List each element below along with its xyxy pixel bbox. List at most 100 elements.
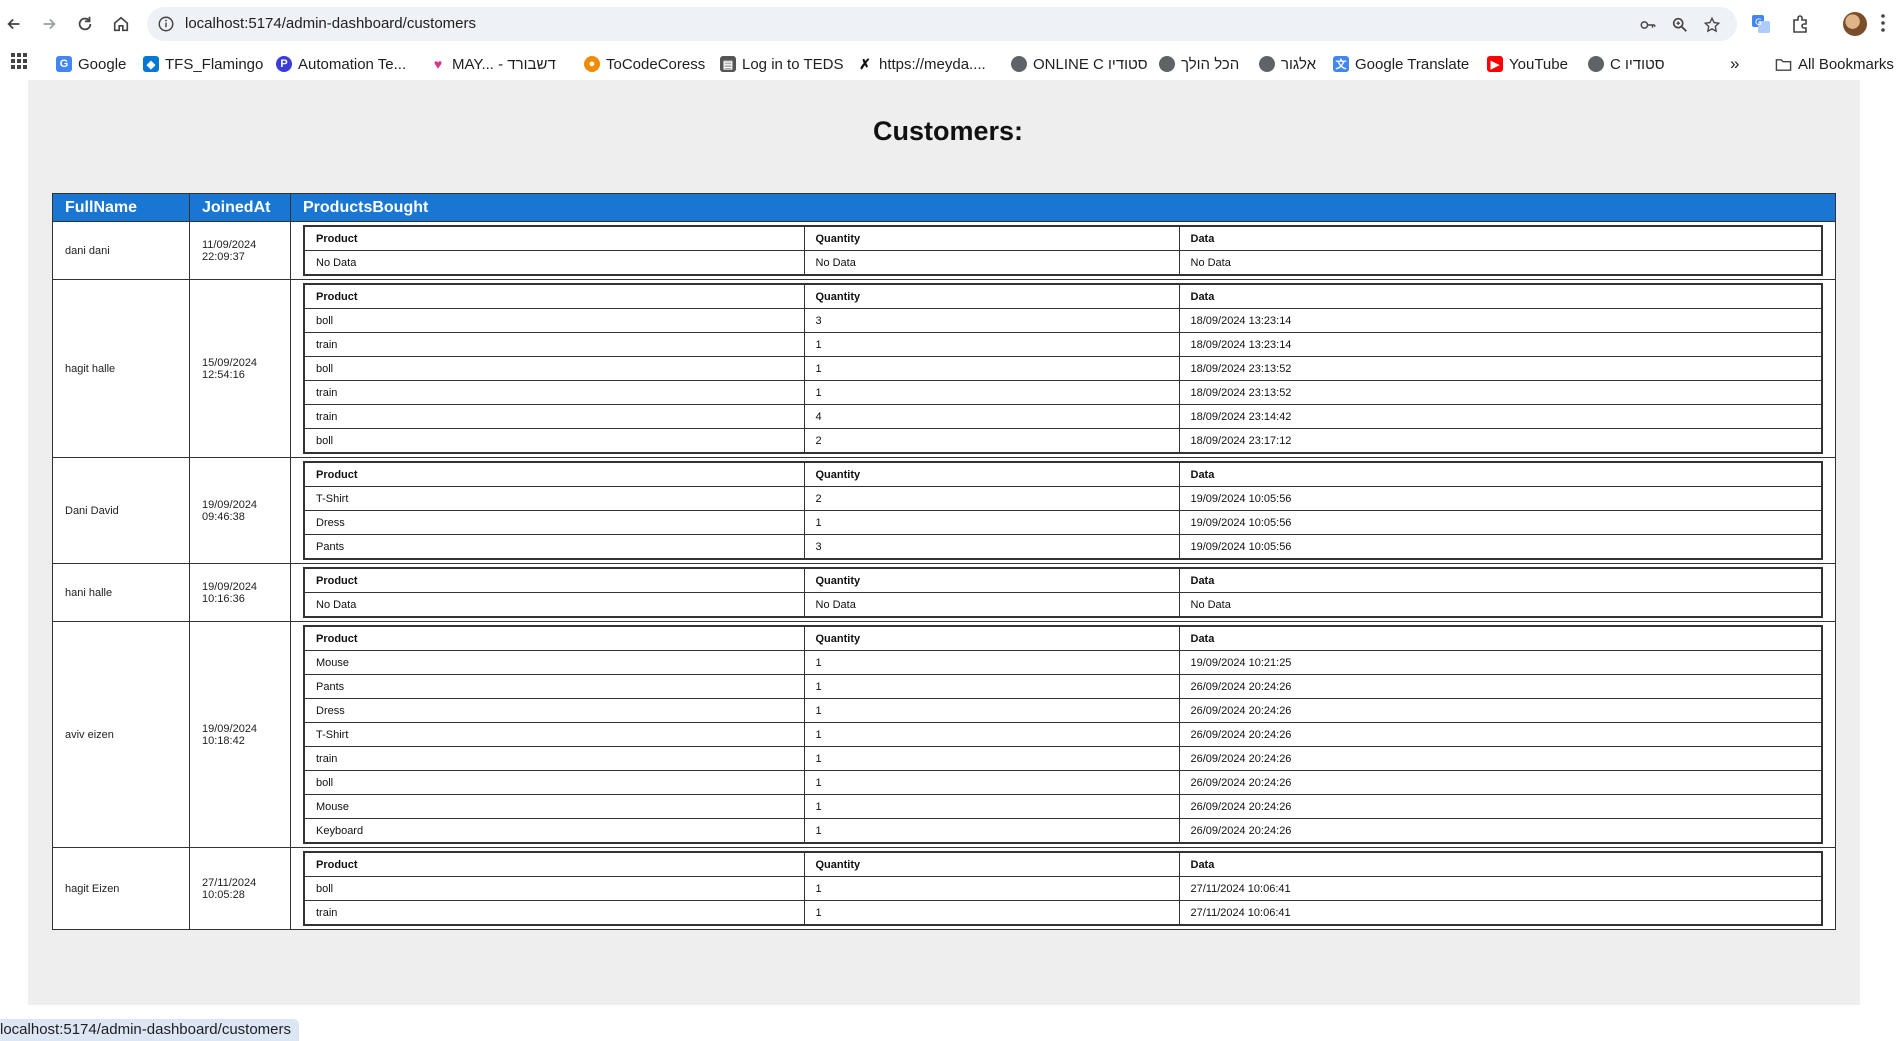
customer-products-bought: Product Quantity Data boll 3 18/09/2024 13:23… — [290, 279, 1836, 458]
product-date: 18/09/2024 23:17:12 — [1178, 428, 1823, 454]
products-header-quantity: Quantity — [803, 283, 1180, 309]
bookmark-tocode[interactable]: ● ToCodeCoress — [584, 52, 705, 76]
double-chevron-right-icon: » — [1730, 54, 1740, 73]
customer-joined-at: 19/09/2024 09:46:38 — [189, 457, 291, 564]
product-name: boll — [303, 308, 805, 333]
product-date: No Data — [1178, 250, 1823, 276]
bookmarks-overflow-button[interactable]: » — [1730, 52, 1739, 76]
products-table: Product Quantity Data T-Shirt 2 19/09/2024 10… — [303, 461, 1823, 560]
product-name: Mouse — [303, 650, 805, 675]
bookmark-star-icon[interactable] — [1703, 16, 1721, 34]
bookmark-tfs-flamingo[interactable]: ◆ TFS_Flamingo — [143, 52, 263, 76]
address-bar[interactable]: localhost:5174/admin-dashboard/customers — [147, 7, 1737, 41]
product-row: Dress 1 26/09/2024 20:24:26 — [303, 698, 1823, 723]
product-date: 27/11/2024 10:06:41 — [1178, 900, 1823, 926]
bookmark-google[interactable]: G Google — [56, 52, 126, 76]
column-header-fullname: FullName — [52, 193, 190, 222]
password-key-icon[interactable] — [1639, 16, 1657, 34]
customer-fullname: dani dani — [52, 221, 190, 280]
product-date: 26/09/2024 20:24:26 — [1178, 770, 1823, 795]
home-button[interactable] — [107, 10, 135, 38]
product-name: train — [303, 380, 805, 405]
product-row: train 4 18/09/2024 23:14:42 — [303, 404, 1823, 429]
bookmark-automation[interactable]: P Automation Te... — [276, 52, 406, 76]
translate-icon: 文 — [1333, 56, 1349, 72]
products-header-data: Data — [1178, 567, 1823, 593]
back-button[interactable] — [0, 10, 28, 38]
bookmark-hakol-holech[interactable]: הכל הולך — [1159, 52, 1239, 76]
product-quantity: 1 — [803, 746, 1180, 771]
bookmark-may-dashboard[interactable]: ♥ MAY... - דשבורד — [430, 52, 556, 76]
product-name: train — [303, 900, 805, 926]
product-row: T-Shirt 2 19/09/2024 10:05:56 — [303, 486, 1823, 511]
product-quantity: No Data — [803, 592, 1180, 618]
bookmark-algor[interactable]: אלגור — [1259, 52, 1316, 76]
product-date: 26/09/2024 20:24:26 — [1178, 674, 1823, 699]
bookmarks-bar: G Google ◆ TFS_Flamingo P Automation Te... … — [0, 48, 1896, 80]
customer-products-bought: Product Quantity Data Mouse 1 19/09/2024 10:2… — [290, 621, 1836, 848]
profile-avatar[interactable] — [1843, 12, 1867, 36]
products-table: Product Quantity Data No Data No Data No Data — [303, 225, 1823, 276]
products-header-quantity: Quantity — [803, 567, 1180, 593]
products-table-header: Product Quantity Data — [303, 625, 1823, 651]
apps-grid-icon[interactable] — [10, 52, 28, 70]
product-date: 19/09/2024 10:05:56 — [1178, 486, 1823, 511]
bookmark-youtube[interactable]: ▶ YouTube — [1487, 52, 1568, 76]
product-quantity: 1 — [803, 380, 1180, 405]
reload-button[interactable] — [71, 10, 99, 38]
tocode-icon: ● — [584, 56, 600, 72]
product-name: Pants — [303, 674, 805, 699]
all-bookmarks-button[interactable]: All Bookmarks — [1775, 52, 1894, 76]
forward-button[interactable] — [35, 10, 63, 38]
more-menu-icon[interactable] — [1880, 13, 1886, 33]
product-row: boll 1 27/11/2024 10:06:41 — [303, 876, 1823, 901]
product-name: No Data — [303, 250, 805, 276]
product-quantity: 1 — [803, 650, 1180, 675]
customer-fullname: Dani David — [52, 457, 190, 564]
customer-products-bought: Product Quantity Data T-Shirt 2 19/09/2024 10… — [290, 457, 1836, 564]
products-header-product: Product — [303, 625, 805, 651]
product-date: No Data — [1178, 592, 1823, 618]
product-row: Pants 1 26/09/2024 20:24:26 — [303, 674, 1823, 699]
products-header-data: Data — [1178, 851, 1823, 877]
product-date: 19/09/2024 10:21:25 — [1178, 650, 1823, 675]
product-quantity: No Data — [803, 250, 1180, 276]
product-quantity: 1 — [803, 900, 1180, 926]
product-row: Mouse 1 19/09/2024 10:21:25 — [303, 650, 1823, 675]
customer-row: hagit Eizen 27/11/2024 10:05:28 Product Quan… — [52, 847, 1836, 930]
product-quantity: 4 — [803, 404, 1180, 429]
bookmark-meyda[interactable]: ✗ https://meyda.... — [857, 52, 986, 76]
bookmark-google-translate[interactable]: 文 Google Translate — [1333, 52, 1469, 76]
product-row: boll 3 18/09/2024 13:23:14 — [303, 308, 1823, 333]
product-quantity: 1 — [803, 794, 1180, 819]
product-date: 26/09/2024 20:24:26 — [1178, 722, 1823, 747]
products-table-header: Product Quantity Data — [303, 225, 1823, 251]
product-quantity: 1 — [803, 722, 1180, 747]
joined-date: 11/09/2024 — [202, 238, 257, 251]
joined-date: 19/09/2024 — [202, 722, 258, 735]
zoom-icon[interactable] — [1671, 16, 1689, 34]
product-row: T-Shirt 1 26/09/2024 20:24:26 — [303, 722, 1823, 747]
bookmark-c-studio[interactable]: C סטודיו — [1588, 52, 1665, 76]
customer-fullname: aviv eizen — [52, 621, 190, 848]
product-row: Pants 3 19/09/2024 10:05:56 — [303, 534, 1823, 560]
globe-icon — [1011, 56, 1027, 72]
customer-fullname: hani halle — [52, 563, 190, 622]
bookmark-online-c-studio[interactable]: ONLINE C סטודיו — [1011, 52, 1148, 76]
product-row: Mouse 1 26/09/2024 20:24:26 — [303, 794, 1823, 819]
products-header-quantity: Quantity — [803, 225, 1180, 251]
translate-extension-icon[interactable]: G — [1751, 14, 1771, 34]
svg-text:G: G — [1755, 18, 1762, 28]
customer-products-bought: Product Quantity Data No Data No Data No Data — [290, 221, 1836, 280]
product-row: No Data No Data No Data — [303, 250, 1823, 276]
product-row: train 1 18/09/2024 13:23:14 — [303, 332, 1823, 357]
extensions-puzzle-icon[interactable] — [1790, 14, 1810, 34]
customer-row: dani dani 11/09/2024 22:09:37 Product Quanti… — [52, 221, 1836, 280]
product-name: Pants — [303, 534, 805, 560]
product-name: boll — [303, 428, 805, 454]
product-date: 18/09/2024 13:23:14 — [1178, 332, 1823, 357]
product-quantity: 3 — [803, 534, 1180, 560]
site-info-icon[interactable] — [157, 15, 175, 33]
product-date: 19/09/2024 10:05:56 — [1178, 510, 1823, 535]
bookmark-teds[interactable]: ▤ Log in to TEDS — [720, 52, 843, 76]
